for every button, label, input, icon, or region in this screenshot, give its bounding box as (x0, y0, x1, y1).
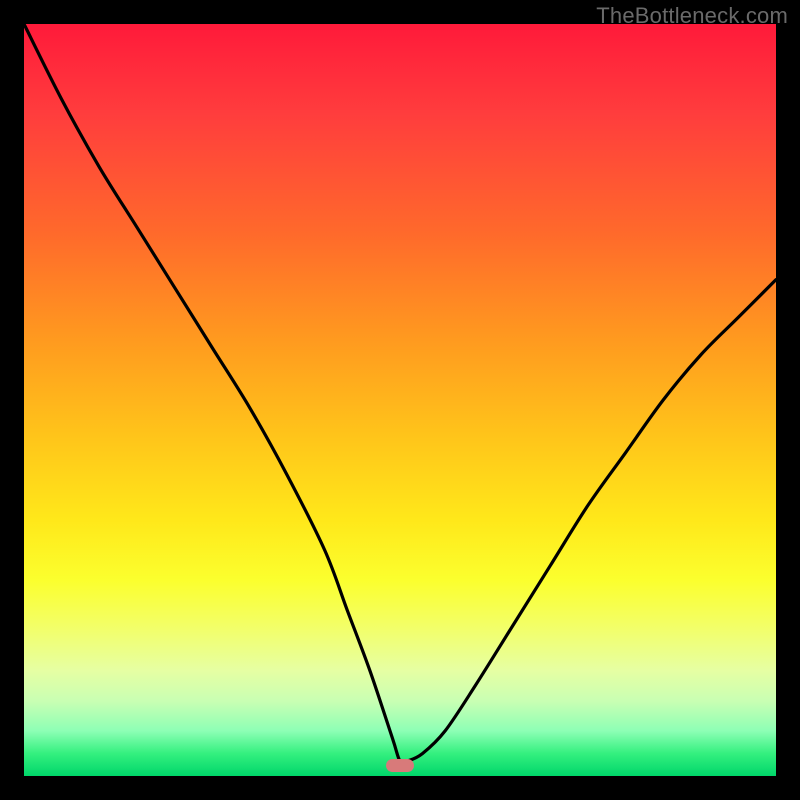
optimal-marker (386, 759, 414, 772)
plot-area (24, 24, 776, 776)
chart-frame: TheBottleneck.com (0, 0, 800, 800)
bottleneck-curve (24, 24, 776, 776)
curve-path (24, 24, 776, 763)
watermark-text: TheBottleneck.com (596, 3, 788, 29)
